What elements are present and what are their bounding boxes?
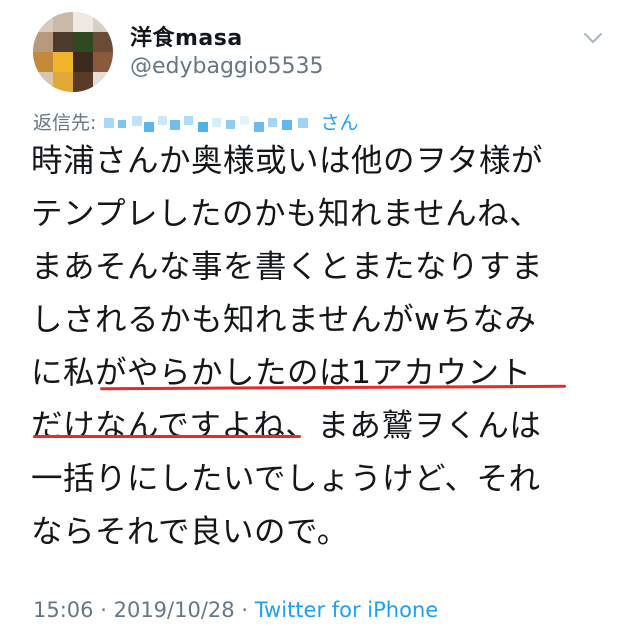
tweet-line: に私がやらかしたのは1アカウント [31,355,532,391]
redacted-mention-mosaic[interactable] [104,114,312,134]
tweet-line: しされるかも知れませんがwちなみ [31,302,537,338]
author-handle[interactable]: @edybaggio5535 [130,54,323,79]
tweet-body: 時浦さんか奥様或いは他のヲタ様が テンプレしたのかも知れませんね、 まあそんな事… [31,135,621,559]
tweet-line: まあそんな事を書くとまたなりすま [31,249,544,285]
tweet-line: 一括りにしたいでしょうけど、それ [31,461,541,497]
more-options-button[interactable] [582,30,604,46]
meta-separator: · [100,598,107,622]
tweet-meta: 15:06 · 2019/10/28 · Twitter for iPhone [33,598,438,622]
chevron-down-icon [583,32,603,44]
reply-to: 返信先: さん [33,108,359,135]
avatar[interactable] [33,12,113,92]
tweet-line: だけなんですよね、まあ鷲ヲくんは [31,408,542,444]
reply-suffix[interactable]: さん [321,112,359,134]
meta-separator: · [241,598,249,622]
tweet-line: 時浦さんか奥様或いは他のヲタ様が [31,143,544,179]
reply-prefix: 返信先: [33,112,97,134]
tweet-line: テンプレしたのかも知れませんね、 [31,196,542,232]
tweet-line: ならそれで良いので。 [31,514,349,550]
tweet-source-link[interactable]: Twitter for iPhone [255,598,439,622]
author-name[interactable]: 洋食masa [130,20,243,52]
red-underline [33,435,301,438]
tweet-date[interactable]: 2019/10/28 [114,598,235,622]
tweet-time[interactable]: 15:06 [33,598,94,622]
pixelated-avatar-image [33,12,113,92]
